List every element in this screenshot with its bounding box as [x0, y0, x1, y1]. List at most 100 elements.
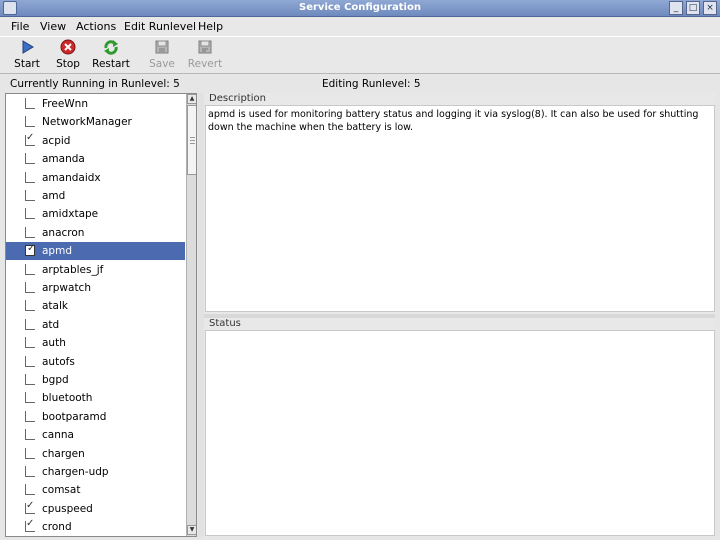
menu-file[interactable]: File [11, 20, 29, 33]
service-name: comsat [42, 484, 81, 497]
service-row[interactable]: chargen [6, 445, 185, 463]
service-name: FreeWnn [42, 98, 88, 110]
service-row[interactable]: canna [6, 426, 185, 444]
service-checkbox[interactable] [25, 300, 35, 312]
service-checkbox[interactable] [25, 116, 35, 128]
service-checkbox[interactable] [25, 466, 35, 477]
service-name: amandaidx [42, 171, 101, 184]
service-checkbox[interactable] [25, 447, 35, 459]
service-name: atd [42, 318, 60, 331]
service-checkbox[interactable] [25, 429, 35, 441]
service-row[interactable]: amd [6, 187, 185, 205]
service-name: canna [42, 429, 74, 442]
service-row[interactable]: amanda [6, 150, 185, 168]
service-checkbox[interactable] [25, 153, 35, 165]
scrollbar-thumb[interactable] [187, 105, 196, 175]
description-text[interactable]: apmd is used for monitoring battery stat… [205, 105, 715, 312]
service-row[interactable]: comsat [6, 481, 185, 499]
service-checkbox[interactable] [25, 263, 35, 275]
service-row[interactable]: atd [6, 316, 185, 334]
restart-icon [104, 40, 118, 55]
close-button[interactable]: × [703, 1, 717, 15]
service-checkbox[interactable] [25, 318, 35, 330]
minimize-button[interactable]: _ [669, 1, 683, 15]
stop-button[interactable]: Stop [46, 39, 90, 70]
revert-icon [198, 40, 212, 54]
service-checkbox[interactable]: ✓ [25, 131, 35, 146]
service-checkbox[interactable] [25, 190, 35, 201]
floppy-icon [155, 40, 169, 54]
service-checkbox[interactable] [25, 282, 35, 293]
service-name: autofs [42, 355, 75, 368]
status-label: Status [208, 318, 242, 329]
service-row[interactable]: NetworkManager [6, 113, 185, 131]
service-checkbox[interactable] [25, 355, 35, 367]
service-row[interactable]: bgpd [6, 371, 185, 389]
maximize-button[interactable]: □ [686, 1, 700, 15]
status-text[interactable] [205, 330, 715, 536]
menu-view[interactable]: View [40, 20, 66, 33]
service-row[interactable]: chargen-udp [6, 463, 185, 481]
service-row[interactable]: ✓ apmd [6, 242, 185, 261]
save-button[interactable]: Save [140, 39, 184, 70]
service-checkbox[interactable] [25, 484, 35, 496]
service-name: arpwatch [42, 282, 91, 294]
service-row[interactable]: anacron [6, 224, 185, 242]
service-checkbox[interactable] [25, 410, 35, 422]
service-row[interactable]: ✓ acpid [6, 132, 185, 150]
service-checkbox[interactable] [25, 171, 35, 183]
service-name: apmd [42, 245, 72, 258]
service-name: bgpd [42, 374, 69, 386]
description-label: Description [208, 93, 267, 104]
service-row[interactable]: amandaidx [6, 169, 185, 187]
service-row[interactable]: ✓ crond [6, 518, 185, 536]
revert-button[interactable]: Revert [183, 39, 227, 70]
service-name: bootparamd [42, 410, 107, 423]
service-checkbox[interactable]: ✓ [25, 500, 35, 514]
service-row[interactable]: FreeWnn [6, 95, 185, 113]
service-checkbox[interactable] [25, 374, 35, 385]
service-checkbox[interactable] [25, 208, 35, 220]
start-button[interactable]: Start [5, 39, 49, 70]
service-checkbox[interactable] [25, 226, 35, 238]
service-name: NetworkManager [42, 116, 132, 129]
scroll-down-arrow-icon[interactable]: ▼ [187, 525, 196, 535]
description-frame: Description apmd is used for monitoring … [204, 93, 715, 314]
service-name: auth [42, 337, 66, 350]
status-frame: Status [204, 318, 715, 537]
menu-help[interactable]: Help [198, 20, 223, 33]
restart-button[interactable]: Restart [89, 39, 133, 70]
service-name: chargen [42, 447, 85, 460]
service-row[interactable]: autofs [6, 353, 185, 371]
checkmark-icon: ✓ [26, 131, 35, 143]
service-row[interactable]: bootparamd [6, 408, 185, 426]
service-name: bluetooth [42, 392, 93, 405]
service-row[interactable]: ✓ cpuspeed [6, 500, 185, 518]
service-row[interactable]: arptables_jf [6, 261, 185, 279]
service-name: arptables_jf [42, 263, 104, 276]
checkmark-icon: ✓ [27, 243, 36, 255]
stop-icon [60, 39, 76, 55]
service-row[interactable]: amidxtape [6, 205, 185, 223]
editing-runlevel-label: Editing Runlevel: 5 [322, 78, 421, 90]
service-name: acpid [42, 134, 71, 147]
scroll-up-arrow-icon[interactable]: ▲ [187, 94, 196, 104]
service-checkbox[interactable] [25, 337, 35, 349]
service-list-scrollbar[interactable]: ▲ ▼ [186, 94, 196, 536]
menu-actions[interactable]: Actions [76, 20, 116, 33]
service-row[interactable]: arpwatch [6, 279, 185, 297]
service-name: cpuspeed [42, 502, 93, 515]
service-checkbox[interactable]: ✓ [25, 518, 35, 533]
service-checkbox[interactable] [25, 98, 35, 109]
menu-edit-runlevel[interactable]: Edit Runlevel [124, 20, 196, 33]
service-checkbox[interactable]: ✓ [25, 243, 36, 257]
start-label: Start [14, 58, 40, 70]
service-list[interactable]: FreeWnn NetworkManager ✓ acpid amanda amandai… [5, 93, 197, 537]
service-row[interactable]: atalk [6, 297, 185, 315]
service-row[interactable]: bluetooth [6, 389, 185, 407]
service-row[interactable]: auth [6, 334, 185, 352]
revert-label: Revert [187, 58, 223, 70]
service-checkbox[interactable] [25, 392, 35, 404]
current-runlevel-label: Currently Running in Runlevel: 5 [10, 78, 180, 90]
service-name: crond [42, 521, 72, 534]
